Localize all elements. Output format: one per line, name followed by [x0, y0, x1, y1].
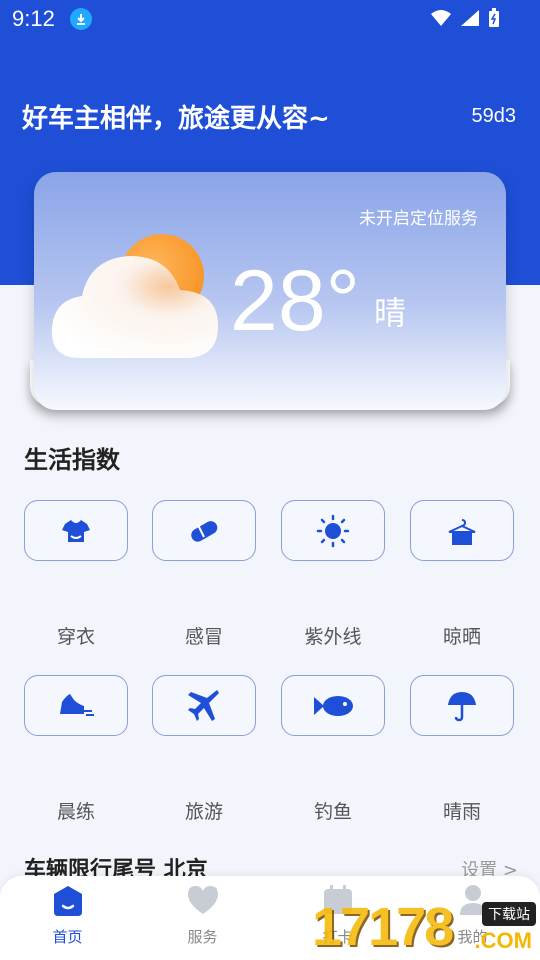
life-index-label: 旅游	[184, 801, 223, 823]
watermark-logo: 17178 下载站 .COM	[312, 896, 540, 960]
download-icon	[70, 8, 92, 30]
life-index-exercise[interactable]	[24, 675, 128, 736]
fish-icon	[314, 695, 353, 716]
life-index-rain[interactable]	[410, 675, 514, 736]
plane-icon	[188, 689, 219, 721]
life-index-fishing[interactable]	[281, 675, 385, 736]
shirt-icon	[62, 519, 90, 542]
life-index-clothing[interactable]	[24, 500, 128, 561]
hanger-icon	[448, 518, 476, 545]
shoe-icon	[60, 693, 94, 716]
life-index-cold[interactable]	[152, 500, 256, 561]
life-index-uv[interactable]	[281, 500, 385, 561]
life-index-label: 晾晒	[442, 626, 481, 648]
heart-icon	[187, 886, 218, 914]
life-index-label: 紫外线	[304, 626, 362, 648]
life-index-label: 感冒	[184, 626, 223, 648]
life-index-label: 穿衣	[56, 626, 95, 648]
battery-icon	[489, 8, 499, 27]
status-time: 9:12	[12, 6, 55, 31]
watermark-number: 17178	[312, 897, 454, 957]
location-notice[interactable]: 未开启定位服务	[359, 204, 478, 229]
slogan-text: 好车主相伴，旅途更从容~	[22, 104, 330, 134]
watermark-badge: 下载站	[482, 902, 536, 926]
life-index-title: 生活指数	[24, 446, 120, 474]
tab-service[interactable]: 服务	[135, 876, 270, 960]
life-index-label: 晴雨	[442, 801, 481, 823]
weather-condition: 晴	[374, 294, 407, 332]
life-index-travel[interactable]	[152, 675, 256, 736]
wifi-icon	[431, 10, 451, 26]
cloud-icon	[51, 256, 218, 358]
umbrella-icon	[448, 691, 476, 721]
tab-home[interactable]: 首页	[0, 876, 135, 960]
tab-label: 首页	[52, 928, 83, 946]
sun-icon	[316, 514, 350, 547]
life-index-drying[interactable]	[410, 500, 514, 561]
signal-icon	[461, 10, 479, 26]
temperature: 28°	[230, 253, 361, 349]
status-bar: 9:12	[0, 0, 540, 40]
home-icon	[53, 886, 82, 916]
life-index-label: 钓鱼	[313, 801, 352, 823]
tab-label: 服务	[187, 928, 218, 946]
life-index-label: 晨练	[56, 801, 95, 823]
weather-card[interactable]: 未开启定位服务 28° 晴	[34, 172, 506, 410]
watermark-suffix: .COM	[474, 928, 532, 953]
header-code: 59d3	[471, 105, 517, 127]
pill-icon	[191, 520, 218, 542]
